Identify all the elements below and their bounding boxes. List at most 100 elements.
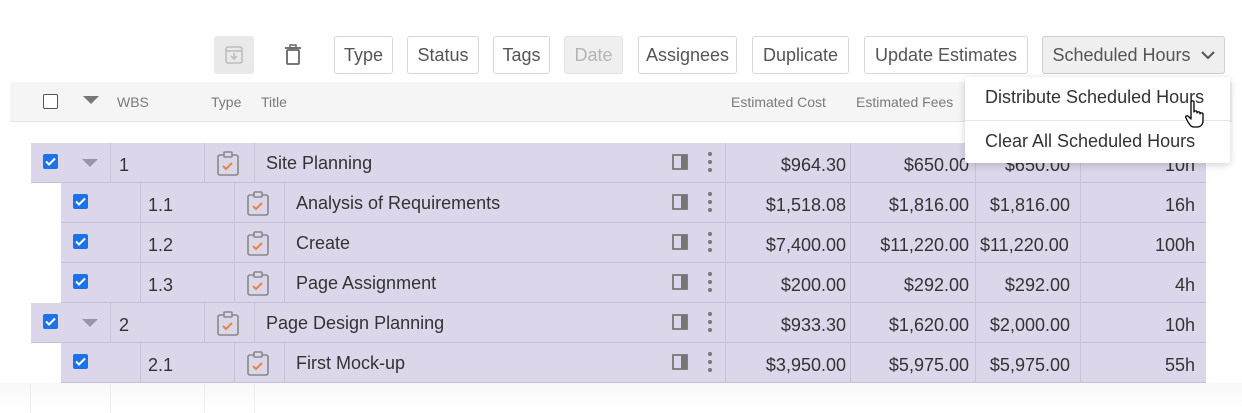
update-estimates-button[interactable]: Update Estimates bbox=[864, 36, 1028, 74]
delete-button[interactable] bbox=[273, 36, 313, 74]
hours-cell[interactable]: 55h bbox=[1165, 355, 1195, 376]
task-title[interactable]: Page Design Planning bbox=[266, 313, 444, 334]
menu-item-clear-all-scheduled-hours[interactable]: Clear All Scheduled Hours bbox=[985, 131, 1195, 152]
hours-cell[interactable]: 16h bbox=[1165, 195, 1195, 216]
cell-divider bbox=[204, 143, 205, 183]
row-checkbox[interactable] bbox=[73, 274, 88, 289]
estimated-cost-cell: $7,400.00 bbox=[765, 235, 846, 255]
kebab-icon[interactable] bbox=[707, 312, 713, 332]
task-icon bbox=[217, 311, 239, 336]
duplicate-button[interactable]: Duplicate bbox=[752, 36, 849, 74]
cell-divider bbox=[234, 183, 235, 223]
table-row[interactable]: 2.1 First Mock-up $3,950.00 $5,975.00 $5… bbox=[61, 343, 1206, 383]
cell-divider bbox=[234, 343, 235, 383]
cell-divider bbox=[1080, 183, 1081, 223]
menu-item-distribute-scheduled-hours[interactable]: Distribute Scheduled Hours bbox=[985, 87, 1204, 108]
task-title[interactable]: Page Assignment bbox=[296, 273, 436, 294]
type-filter-button[interactable]: Type bbox=[334, 36, 393, 74]
task-icon bbox=[247, 191, 269, 216]
table-row[interactable]: 2 Page Design Planning $933.30 $1,620.00… bbox=[31, 303, 1206, 343]
assignees-filter-button[interactable]: Assignees bbox=[638, 36, 737, 74]
header-estimated-fees[interactable]: Estimated Fees bbox=[856, 94, 953, 110]
cell-divider bbox=[725, 183, 726, 223]
cell-divider bbox=[850, 343, 851, 383]
cell-divider bbox=[140, 263, 141, 303]
select-all-checkbox[interactable] bbox=[43, 94, 58, 109]
hand-cursor-icon bbox=[1185, 100, 1204, 128]
panel-icon[interactable] bbox=[672, 274, 688, 290]
cell-divider bbox=[1080, 263, 1081, 303]
header-title[interactable]: Title bbox=[261, 94, 287, 110]
trash-icon bbox=[285, 44, 301, 65]
estimated-cost-cell: $3,950.00 bbox=[765, 355, 846, 375]
task-icon bbox=[247, 271, 269, 296]
panel-icon[interactable] bbox=[672, 194, 688, 210]
panel-icon[interactable] bbox=[672, 234, 688, 250]
header-estimated-cost[interactable]: Estimated Cost bbox=[731, 94, 826, 110]
kebab-icon[interactable] bbox=[707, 192, 713, 212]
save-button[interactable] bbox=[214, 36, 254, 74]
row-checkbox[interactable] bbox=[73, 194, 88, 209]
cell-divider bbox=[284, 343, 285, 383]
chevron-down-icon bbox=[1200, 50, 1215, 60]
cell-divider bbox=[284, 263, 285, 303]
task-title[interactable]: Site Planning bbox=[266, 153, 372, 174]
cell-divider bbox=[204, 303, 205, 343]
cell-divider bbox=[850, 183, 851, 223]
task-icon bbox=[217, 151, 239, 176]
cell-divider bbox=[110, 303, 111, 343]
estimated-cost-cell: $933.30 bbox=[780, 315, 846, 335]
fees-cell: $11,220.00 bbox=[980, 235, 1069, 255]
table-row[interactable]: 1.3 Page Assignment $200.00 $292.00 $292… bbox=[61, 263, 1206, 303]
cell-divider bbox=[725, 263, 726, 303]
row-checkbox[interactable] bbox=[73, 354, 88, 369]
hours-cell[interactable]: 100h bbox=[1155, 235, 1195, 256]
task-title[interactable]: Analysis of Requirements bbox=[296, 193, 500, 214]
estimated-fees-cell: $650.00 bbox=[903, 155, 969, 175]
collapse-all-caret-icon[interactable] bbox=[83, 96, 99, 104]
cell-divider bbox=[850, 263, 851, 303]
cell-divider bbox=[725, 303, 726, 343]
estimated-cost-cell: $1,518.08 bbox=[765, 195, 846, 215]
row-checkbox[interactable] bbox=[43, 314, 58, 329]
status-filter-button[interactable]: Status bbox=[407, 36, 479, 74]
wbs-cell: 1 bbox=[119, 155, 130, 175]
panel-icon[interactable] bbox=[672, 314, 688, 330]
panel-icon[interactable] bbox=[672, 354, 688, 370]
kebab-icon[interactable] bbox=[707, 272, 713, 292]
date-filter-button[interactable]: Date bbox=[564, 36, 623, 74]
table-row[interactable]: 1.1 Analysis of Requirements $1,518.08 $… bbox=[61, 183, 1206, 223]
hours-cell[interactable]: 10h bbox=[1165, 315, 1195, 336]
cell-divider bbox=[1080, 303, 1081, 343]
cell-divider bbox=[725, 223, 726, 263]
kebab-icon[interactable] bbox=[707, 352, 713, 372]
cell-divider bbox=[140, 223, 141, 263]
cell-divider bbox=[284, 223, 285, 263]
wbs-cell: 2 bbox=[119, 315, 130, 335]
cell-divider bbox=[725, 143, 726, 183]
table-row[interactable]: 1.2 Create $7,400.00 $11,220.00 $11,220.… bbox=[61, 223, 1206, 263]
estimated-fees-cell: $1,620.00 bbox=[888, 315, 969, 335]
panel-icon[interactable] bbox=[672, 154, 688, 170]
estimated-cost-cell: $200.00 bbox=[780, 275, 846, 295]
tags-filter-button[interactable]: Tags bbox=[493, 36, 550, 74]
collapse-caret-icon[interactable] bbox=[82, 159, 98, 167]
cell-divider bbox=[975, 223, 976, 263]
hours-cell[interactable]: 4h bbox=[1175, 275, 1195, 296]
cell-divider bbox=[254, 303, 255, 343]
collapse-caret-icon[interactable] bbox=[82, 319, 98, 327]
task-title[interactable]: Create bbox=[296, 233, 350, 254]
task-icon bbox=[247, 231, 269, 256]
cell-divider bbox=[975, 263, 976, 303]
kebab-icon[interactable] bbox=[707, 232, 713, 252]
estimated-fees-cell: $11,220.00 bbox=[880, 235, 969, 255]
header-type[interactable]: Type bbox=[211, 94, 241, 110]
header-wbs[interactable]: WBS bbox=[117, 94, 149, 110]
row-checkbox[interactable] bbox=[73, 234, 88, 249]
kebab-icon[interactable] bbox=[707, 152, 713, 172]
scheduled-hours-dropdown[interactable]: Scheduled Hours bbox=[1042, 36, 1225, 74]
save-icon bbox=[225, 46, 243, 64]
row-checkbox[interactable] bbox=[43, 154, 58, 169]
task-title[interactable]: First Mock-up bbox=[296, 353, 405, 374]
cell-divider bbox=[975, 303, 976, 343]
